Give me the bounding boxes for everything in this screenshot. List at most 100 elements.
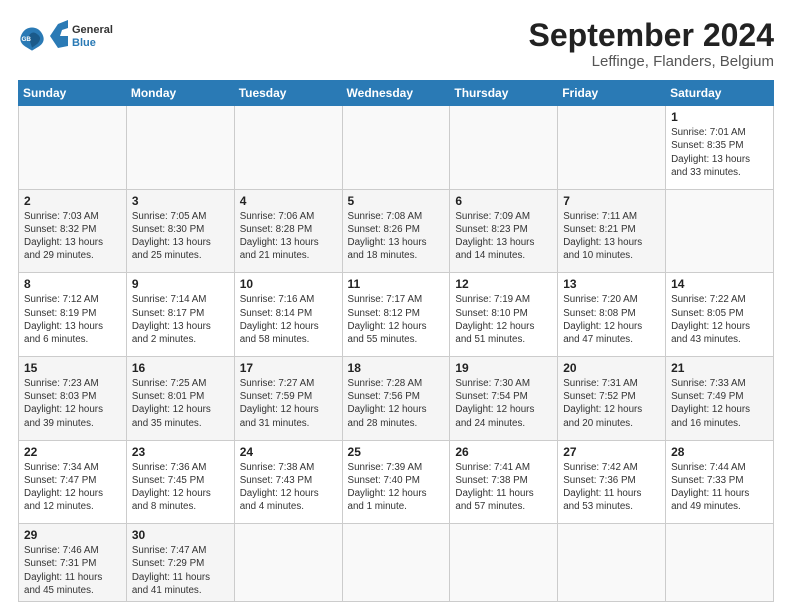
table-row: 7 Sunrise: 7:11 AMSunset: 8:21 PMDayligh… [558,189,666,273]
calendar-table: Sunday Monday Tuesday Wednesday Thursday… [18,80,774,602]
day-number: 17 [240,361,337,375]
col-sunday: Sunday [19,81,127,106]
day-info: Sunrise: 7:39 AMSunset: 7:40 PMDaylight:… [348,461,445,514]
table-row: 29 Sunrise: 7:46 AMSunset: 7:31 PMDaylig… [19,524,127,602]
table-row: 5 Sunrise: 7:08 AMSunset: 8:26 PMDayligh… [342,189,450,273]
day-number: 12 [455,277,552,291]
day-info: Sunrise: 7:31 AMSunset: 7:52 PMDaylight:… [563,377,660,430]
table-row: 12 Sunrise: 7:19 AMSunset: 8:10 PMDaylig… [450,273,558,357]
day-info: Sunrise: 7:17 AMSunset: 8:12 PMDaylight:… [348,293,445,346]
day-number: 9 [132,277,229,291]
day-number: 7 [563,194,660,208]
day-number: 28 [671,445,768,459]
table-row: 27 Sunrise: 7:42 AMSunset: 7:36 PMDaylig… [558,440,666,524]
day-number: 4 [240,194,337,208]
title-block: September 2024 Leffinge, Flanders, Belgi… [529,18,774,70]
day-info: Sunrise: 7:38 AMSunset: 7:43 PMDaylight:… [240,461,337,514]
day-info: Sunrise: 7:47 AMSunset: 7:29 PMDaylight:… [132,544,229,597]
table-row: 26 Sunrise: 7:41 AMSunset: 7:38 PMDaylig… [450,440,558,524]
day-number: 5 [348,194,445,208]
table-row [558,524,666,602]
month-title: September 2024 [529,18,774,53]
table-row: 24 Sunrise: 7:38 AMSunset: 7:43 PMDaylig… [234,440,342,524]
table-row [234,106,342,190]
day-number: 29 [24,528,121,542]
day-info: Sunrise: 7:41 AMSunset: 7:38 PMDaylight:… [455,461,552,514]
table-row: 18 Sunrise: 7:28 AMSunset: 7:56 PMDaylig… [342,356,450,440]
day-number: 27 [563,445,660,459]
day-info: Sunrise: 7:16 AMSunset: 8:14 PMDaylight:… [240,293,337,346]
day-info: Sunrise: 7:12 AMSunset: 8:19 PMDaylight:… [24,293,121,346]
col-monday: Monday [126,81,234,106]
page: GB General Blue September 2024 Leffinge,… [0,0,792,612]
table-row: 28 Sunrise: 7:44 AMSunset: 7:33 PMDaylig… [666,440,774,524]
day-info: Sunrise: 7:23 AMSunset: 8:03 PMDaylight:… [24,377,121,430]
table-row: 19 Sunrise: 7:30 AMSunset: 7:54 PMDaylig… [450,356,558,440]
day-number: 19 [455,361,552,375]
day-info: Sunrise: 7:25 AMSunset: 8:01 PMDaylight:… [132,377,229,430]
table-row: 21 Sunrise: 7:33 AMSunset: 7:49 PMDaylig… [666,356,774,440]
day-info: Sunrise: 7:44 AMSunset: 7:33 PMDaylight:… [671,461,768,514]
table-row: 25 Sunrise: 7:39 AMSunset: 7:40 PMDaylig… [342,440,450,524]
logo: GB General Blue [18,18,125,59]
day-number: 3 [132,194,229,208]
day-number: 25 [348,445,445,459]
day-info: Sunrise: 7:01 AMSunset: 8:35 PMDaylight:… [671,126,768,179]
day-number: 13 [563,277,660,291]
table-row [19,106,127,190]
table-row: 13 Sunrise: 7:20 AMSunset: 8:08 PMDaylig… [558,273,666,357]
table-row [450,524,558,602]
table-row: 23 Sunrise: 7:36 AMSunset: 7:45 PMDaylig… [126,440,234,524]
day-info: Sunrise: 7:28 AMSunset: 7:56 PMDaylight:… [348,377,445,430]
day-info: Sunrise: 7:03 AMSunset: 8:32 PMDaylight:… [24,210,121,263]
table-row [666,189,774,273]
day-info: Sunrise: 7:19 AMSunset: 8:10 PMDaylight:… [455,293,552,346]
day-info: Sunrise: 7:08 AMSunset: 8:26 PMDaylight:… [348,210,445,263]
day-number: 11 [348,277,445,291]
col-tuesday: Tuesday [234,81,342,106]
logo-general: General Blue [50,18,125,59]
table-row: 1 Sunrise: 7:01 AMSunset: 8:35 PMDayligh… [666,106,774,190]
day-number: 26 [455,445,552,459]
day-info: Sunrise: 7:05 AMSunset: 8:30 PMDaylight:… [132,210,229,263]
day-info: Sunrise: 7:22 AMSunset: 8:05 PMDaylight:… [671,293,768,346]
day-info: Sunrise: 7:14 AMSunset: 8:17 PMDaylight:… [132,293,229,346]
day-number: 10 [240,277,337,291]
table-row [450,106,558,190]
day-info: Sunrise: 7:20 AMSunset: 8:08 PMDaylight:… [563,293,660,346]
table-row: 20 Sunrise: 7:31 AMSunset: 7:52 PMDaylig… [558,356,666,440]
table-row: 3 Sunrise: 7:05 AMSunset: 8:30 PMDayligh… [126,189,234,273]
table-row [558,106,666,190]
day-info: Sunrise: 7:30 AMSunset: 7:54 PMDaylight:… [455,377,552,430]
day-number: 21 [671,361,768,375]
col-wednesday: Wednesday [342,81,450,106]
table-row: 10 Sunrise: 7:16 AMSunset: 8:14 PMDaylig… [234,273,342,357]
day-number: 2 [24,194,121,208]
day-info: Sunrise: 7:06 AMSunset: 8:28 PMDaylight:… [240,210,337,263]
table-row: 8 Sunrise: 7:12 AMSunset: 8:19 PMDayligh… [19,273,127,357]
header-row: Sunday Monday Tuesday Wednesday Thursday… [19,81,774,106]
svg-text:General: General [72,24,113,36]
day-number: 14 [671,277,768,291]
table-row [234,524,342,602]
day-number: 30 [132,528,229,542]
svg-text:GB: GB [22,36,32,43]
table-row: 2 Sunrise: 7:03 AMSunset: 8:32 PMDayligh… [19,189,127,273]
day-number: 18 [348,361,445,375]
day-info: Sunrise: 7:33 AMSunset: 7:49 PMDaylight:… [671,377,768,430]
day-info: Sunrise: 7:09 AMSunset: 8:23 PMDaylight:… [455,210,552,263]
day-info: Sunrise: 7:27 AMSunset: 7:59 PMDaylight:… [240,377,337,430]
day-number: 1 [671,110,768,124]
location: Leffinge, Flanders, Belgium [529,53,774,70]
table-row: 4 Sunrise: 7:06 AMSunset: 8:28 PMDayligh… [234,189,342,273]
table-row [342,524,450,602]
table-row: 6 Sunrise: 7:09 AMSunset: 8:23 PMDayligh… [450,189,558,273]
logo-icon: GB [18,24,46,52]
table-row [342,106,450,190]
table-row: 16 Sunrise: 7:25 AMSunset: 8:01 PMDaylig… [126,356,234,440]
col-thursday: Thursday [450,81,558,106]
day-number: 20 [563,361,660,375]
logo-text: General Blue [50,18,125,59]
day-number: 8 [24,277,121,291]
col-saturday: Saturday [666,81,774,106]
